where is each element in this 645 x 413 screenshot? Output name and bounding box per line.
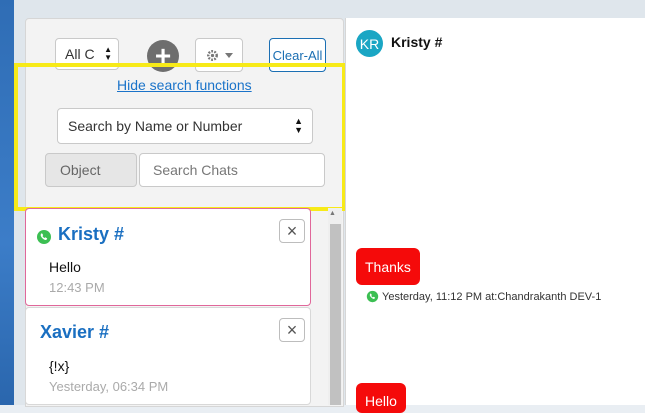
last-message: {!x} [49, 358, 70, 374]
scrollbar-thumb[interactable] [330, 224, 341, 405]
search-chats-input[interactable]: Search Chats [139, 153, 325, 187]
object-field[interactable]: Object [45, 153, 137, 187]
gear-icon [206, 49, 218, 61]
message-meta: Yesterday, 11:12 PM at:Chandrakanth DEV-… [366, 290, 601, 303]
last-message: Hello [49, 259, 81, 275]
message-bubble: Thanks [356, 248, 420, 285]
conversation-contact-name: Kristy # [391, 34, 443, 50]
caret-down-icon [224, 52, 233, 58]
close-icon: × [286, 221, 298, 241]
search-by-select[interactable]: Search by Name or Number ▲ ▼ [57, 108, 313, 144]
hide-search-functions-link[interactable]: Hide search functions [117, 77, 252, 93]
contact-name[interactable]: Kristy # [58, 224, 124, 245]
select-arrows-icon: ▲ ▼ [294, 116, 303, 135]
settings-dropdown-button[interactable] [195, 38, 243, 72]
avatar: KR [356, 30, 383, 57]
contact-name[interactable]: Xavier # [40, 322, 109, 343]
add-chat-button[interactable]: + [147, 40, 179, 72]
message-bubble: Hello [356, 383, 406, 413]
close-chat-button[interactable]: × [279, 318, 305, 342]
chat-list-item[interactable]: Xavier # × {!x} Yesterday, 06:34 PM [25, 307, 311, 405]
page-side-stripe [0, 0, 14, 405]
chat-list-item[interactable]: Kristy # × Hello 12:43 PM [25, 208, 311, 306]
close-icon: × [286, 320, 298, 340]
chat-type-value: All C [65, 46, 95, 62]
last-message-time: Yesterday, 06:34 PM [49, 379, 169, 394]
last-message-time: 12:43 PM [49, 280, 105, 295]
search-by-value: Search by Name or Number [68, 118, 243, 134]
close-chat-button[interactable]: × [279, 219, 305, 243]
clear-all-button[interactable]: Clear-All [269, 38, 326, 72]
message-timestamp: Yesterday, 11:12 PM at:Chandrakanth DEV-… [382, 290, 602, 303]
whatsapp-icon [366, 290, 379, 303]
whatsapp-icon [37, 230, 51, 244]
scroll-up-icon[interactable]: ▲ [329, 210, 336, 217]
chat-type-select[interactable]: All C ▲ ▼ [55, 38, 119, 70]
plus-icon: + [154, 40, 172, 71]
select-arrows-icon: ▲ ▼ [104, 45, 112, 62]
conversation-panel [345, 18, 645, 405]
